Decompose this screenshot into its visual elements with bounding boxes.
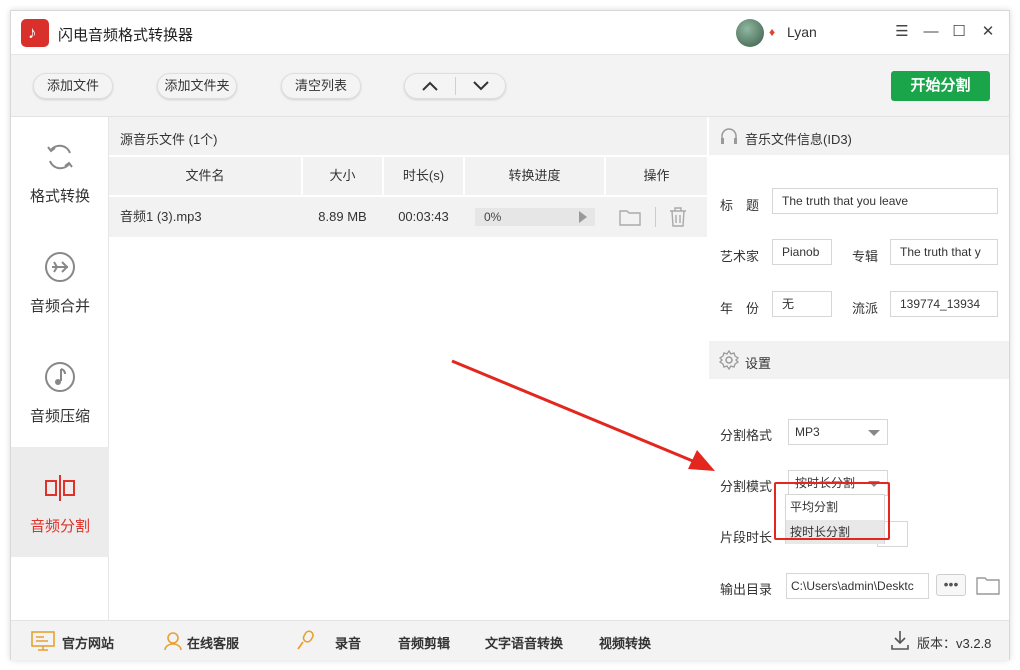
reorder-buttons: [404, 73, 506, 99]
id3-header: 音乐文件信息(ID3): [709, 117, 1009, 155]
toolbar: 添加文件 添加文件夹 清空列表 开始分割: [11, 55, 1009, 117]
chevron-down-icon: [473, 81, 489, 91]
music-note-icon: [45, 362, 75, 392]
genre-field[interactable]: 139774_13934: [890, 291, 998, 317]
chevron-up-icon: [422, 81, 438, 91]
monitor-icon: [31, 631, 55, 651]
chevron-down-icon: [868, 430, 880, 436]
audio-edit-link[interactable]: 音频剪辑: [398, 633, 450, 652]
output-dir-label: 输出目录: [720, 582, 773, 597]
clear-list-button[interactable]: 清空列表: [281, 73, 361, 99]
album-label: 专辑: [852, 249, 879, 264]
sidebar-item-label: 音频分割: [29, 518, 90, 535]
refresh-icon: [47, 144, 73, 170]
delete-icon[interactable]: [669, 207, 687, 227]
sidebar-item-audio-merge[interactable]: 音频合并: [11, 227, 109, 337]
microphone-icon: [297, 630, 314, 650]
artist-label: 艺术家: [720, 249, 760, 264]
artist-field[interactable]: Pianob: [772, 239, 832, 265]
text-to-speech-link[interactable]: 文字语音转换: [485, 633, 563, 652]
play-icon[interactable]: [579, 211, 587, 223]
maximize-button[interactable]: ☐: [948, 21, 970, 43]
column-header-progress: 转换进度: [465, 157, 604, 195]
minimize-button[interactable]: —: [920, 21, 942, 43]
info-panel: 音乐文件信息(ID3) 标 题 The truth that you leave…: [709, 117, 1009, 620]
split-icon: [45, 475, 75, 501]
open-folder-icon[interactable]: [619, 208, 641, 226]
column-header-duration: 时长(s): [384, 157, 463, 195]
format-value: MP3: [795, 425, 820, 439]
segment-length-label: 片段时长: [720, 530, 773, 545]
file-count-label: 源音乐文件 (1个): [120, 132, 218, 147]
file-duration: 00:03:43: [398, 209, 449, 224]
output-dir-field[interactable]: C:\Users\admin\Desktc: [786, 573, 929, 599]
year-label: 年 份: [720, 301, 760, 316]
progress-bar: 0%: [475, 208, 595, 226]
title-field[interactable]: The truth that you leave: [772, 188, 998, 214]
website-link[interactable]: 官方网站: [62, 633, 114, 652]
format-label: 分割格式: [720, 428, 773, 443]
move-down-button[interactable]: [456, 74, 506, 98]
app-logo-icon: ♪: [21, 19, 49, 47]
app-window: ♪ 闪电音频格式转换器 ♦ Lyan ☰ — ☐ ✕ 添加文件 添加文件夹 清空…: [10, 10, 1010, 660]
title-label: 标 题: [720, 198, 760, 213]
menu-button[interactable]: ☰: [891, 21, 913, 43]
file-size: 8.89 MB: [318, 209, 367, 224]
merge-icon: [45, 252, 75, 282]
sidebar: 格式转换 音频合并 音频压缩 音频分割: [11, 117, 109, 620]
settings-header: 设置: [709, 341, 1009, 379]
title-bar: ♪ 闪电音频格式转换器 ♦ Lyan ☰ — ☐ ✕: [11, 11, 1009, 55]
sidebar-item-format-convert[interactable]: 格式转换: [11, 117, 109, 227]
sidebar-item-label: 音频压缩: [29, 408, 90, 425]
sidebar-item-audio-compress[interactable]: 音频压缩: [11, 337, 109, 447]
format-select[interactable]: MP3: [788, 419, 888, 445]
album-field[interactable]: The truth that y: [890, 239, 998, 265]
username[interactable]: Lyan: [787, 24, 817, 40]
avatar[interactable]: [736, 19, 764, 47]
column-header-size: 大小: [303, 157, 382, 195]
add-folder-button[interactable]: 添加文件夹: [157, 73, 237, 99]
record-link[interactable]: 录音: [335, 633, 361, 652]
column-header-actions: 操作: [606, 157, 707, 195]
file-list-panel: 源音乐文件 (1个) 文件名 大小 时长(s) 转换进度 操作 音频1 (3).…: [109, 117, 707, 620]
file-list-header: 源音乐文件 (1个): [109, 117, 707, 155]
app-title: 闪电音频格式转换器: [58, 27, 194, 44]
move-up-button[interactable]: [405, 74, 455, 98]
open-folder-icon[interactable]: [976, 575, 1000, 595]
annotation-highlight-box: [774, 482, 890, 540]
id3-header-label: 音乐文件信息(ID3): [745, 132, 852, 147]
gear-icon: [719, 350, 739, 370]
progress-text: 0%: [484, 210, 502, 224]
sidebar-item-audio-split[interactable]: 音频分割: [11, 447, 109, 557]
support-link[interactable]: 在线客服: [187, 633, 239, 652]
add-file-button[interactable]: 添加文件: [33, 73, 113, 99]
settings-header-label: 设置: [745, 356, 772, 371]
support-icon: [164, 632, 182, 651]
bottom-bar: 官方网站 在线客服 录音 音频剪辑 文字语音转换 视频转换 版本：v3.2.8: [11, 620, 1009, 660]
file-name: 音频1 (3).mp3: [120, 209, 202, 224]
column-header-name: 文件名: [109, 157, 301, 195]
download-icon: [891, 631, 909, 650]
start-split-button[interactable]: 开始分割: [891, 71, 990, 101]
sidebar-item-label: 格式转换: [29, 188, 90, 205]
genre-label: 流派: [852, 301, 879, 316]
divider: [655, 207, 656, 227]
year-field[interactable]: 无: [772, 291, 832, 317]
version-label: 版本：v3.2.8: [917, 636, 992, 651]
headphone-icon: [721, 128, 737, 144]
browse-button[interactable]: •••: [936, 574, 966, 596]
video-convert-link[interactable]: 视频转换: [599, 633, 651, 652]
table-row[interactable]: 音频1 (3).mp3 8.89 MB 00:03:43 0%: [109, 197, 707, 237]
sidebar-item-label: 音频合并: [29, 298, 90, 315]
vip-badge-icon: ♦: [769, 25, 776, 39]
mode-label: 分割模式: [720, 479, 773, 494]
close-button[interactable]: ✕: [977, 21, 999, 43]
